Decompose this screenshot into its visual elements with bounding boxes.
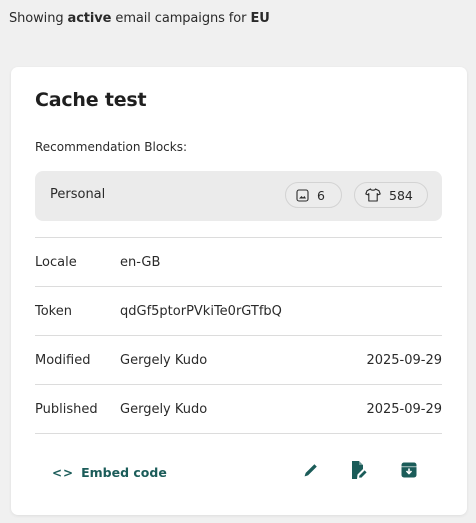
edit-button[interactable]: [301, 462, 321, 482]
image-icon: [296, 188, 309, 202]
detail-label: Published: [35, 401, 98, 417]
detail-value: en-GB: [120, 254, 161, 270]
edit-document-button[interactable]: [349, 460, 369, 484]
detail-date: 2025-09-29: [366, 352, 442, 368]
summary-prefix: Showing: [9, 11, 64, 26]
pencil-icon: [302, 461, 320, 483]
detail-row-locale: Locale en-GB: [35, 237, 442, 286]
card-actions: <> Embed code: [35, 453, 442, 493]
embed-code-label: Embed code: [81, 465, 167, 480]
document-edit-icon: [349, 460, 369, 484]
archive-icon: [400, 461, 418, 483]
product-count-badge: 584: [354, 182, 428, 208]
archive-button[interactable]: [399, 462, 419, 482]
code-icon: <>: [52, 465, 75, 480]
summary-status: active: [67, 11, 112, 26]
detail-label: Modified: [35, 352, 91, 368]
campaign-details: Locale en-GB Token qdGf5ptorPVkiTe0rGTfb…: [35, 237, 442, 434]
image-count: 6: [317, 187, 325, 203]
campaign-card: Cache test Recommendation Blocks: Person…: [11, 67, 467, 515]
campaign-filter-summary: Showing active email campaigns for EU: [9, 11, 270, 26]
image-count-badge: 6: [285, 182, 342, 208]
shirt-icon: [365, 188, 381, 202]
summary-region: EU: [250, 11, 270, 26]
recommendation-blocks-label: Recommendation Blocks:: [35, 140, 188, 154]
embed-code-button[interactable]: <> Embed code: [52, 465, 167, 480]
detail-row-token: Token qdGf5ptorPVkiTe0rGTfbQ: [35, 286, 442, 335]
detail-value: qdGf5ptorPVkiTe0rGTfbQ: [120, 303, 282, 319]
detail-row-published: Published Gergely Kudo 2025-09-29: [35, 384, 442, 434]
product-count: 584: [389, 187, 413, 203]
detail-row-modified: Modified Gergely Kudo 2025-09-29: [35, 335, 442, 384]
detail-label: Token: [35, 303, 72, 319]
recommendation-block-name: Personal: [50, 187, 106, 202]
recommendation-block[interactable]: Personal 6 584: [35, 171, 442, 221]
detail-label: Locale: [35, 254, 77, 270]
detail-date: 2025-09-29: [366, 401, 442, 417]
summary-middle: email campaigns for: [115, 11, 247, 26]
campaign-title: Cache test: [35, 89, 147, 111]
